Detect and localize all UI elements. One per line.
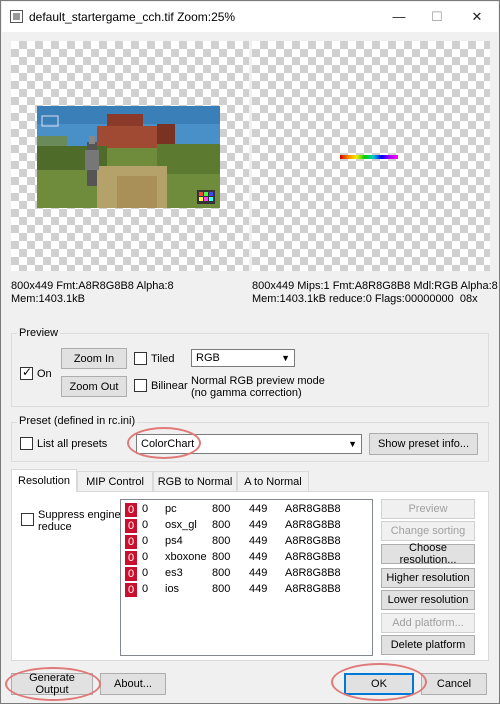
suppress-engine-reduce-label-line2: reduce bbox=[38, 521, 72, 533]
output-info-line2: Mem:1403.1kB reduce:0 Flags:00000000 08x bbox=[252, 293, 478, 305]
higher-resolution-button[interactable]: Higher resolution bbox=[381, 568, 475, 588]
zoom-out-button[interactable]: Zoom Out bbox=[61, 376, 127, 397]
tiled-checkbox[interactable] bbox=[134, 352, 147, 365]
platform-name: ps4 bbox=[165, 535, 183, 547]
platform-name: osx_gl bbox=[165, 519, 197, 531]
reduce-badge: 0 bbox=[125, 503, 137, 517]
lower-resolution-button[interactable]: Lower resolution bbox=[381, 590, 475, 610]
game-screenshot-thumbnail bbox=[37, 106, 220, 208]
width-value: 800 bbox=[212, 535, 231, 547]
choose-resolution-button[interactable]: Choose resolution... bbox=[381, 542, 475, 566]
maximize-icon[interactable]: ☐ bbox=[420, 6, 454, 28]
height-value: 449 bbox=[249, 503, 268, 515]
preview-button[interactable]: Preview bbox=[381, 499, 475, 519]
preview-on-label: On bbox=[37, 368, 52, 380]
title-bar[interactable]: default_startergame_cch.tif Zoom:25% — ☐… bbox=[2, 2, 498, 32]
close-icon[interactable]: ✕ bbox=[460, 6, 494, 28]
output-info-line1: 800x449 Mips:1 Fmt:A8R8G8B8 Mdl:RGB Alph… bbox=[252, 280, 498, 292]
platform-name: pc bbox=[165, 503, 177, 515]
platform-name: xboxone bbox=[165, 551, 207, 563]
format-value: A8R8G8B8 bbox=[285, 567, 341, 579]
height-value: 449 bbox=[249, 519, 268, 531]
bilinear-label: Bilinear bbox=[151, 380, 188, 392]
reduce-badge: 0 bbox=[125, 567, 137, 581]
preview-on-checkbox[interactable] bbox=[20, 365, 33, 380]
cancel-button[interactable]: Cancel bbox=[421, 673, 487, 695]
reduce-value: 0 bbox=[142, 519, 149, 531]
width-value: 800 bbox=[212, 583, 231, 595]
tab-a-to-normal[interactable]: A to Normal bbox=[237, 471, 309, 491]
tiled-label: Tiled bbox=[151, 353, 175, 365]
texture-preview-dialog: default_startergame_cch.tif Zoom:25% — ☐… bbox=[0, 0, 500, 704]
window-title: default_startergame_cch.tif Zoom:25% bbox=[29, 10, 236, 24]
format-value: A8R8G8B8 bbox=[285, 535, 341, 547]
chevron-down-icon: ▼ bbox=[348, 439, 357, 449]
source-info-line2: Mem:1403.1kB bbox=[11, 293, 85, 305]
reduce-value: 0 bbox=[142, 551, 149, 563]
width-value: 800 bbox=[212, 551, 231, 563]
height-value: 449 bbox=[249, 535, 268, 547]
preset-select[interactable]: ColorChart ▼ bbox=[136, 434, 362, 454]
ok-button[interactable]: OK bbox=[344, 673, 414, 695]
list-item[interactable]: 0 0 ios 800 449 A8R8G8B8 bbox=[125, 582, 370, 598]
reduce-value: 0 bbox=[142, 535, 149, 547]
delete-platform-button[interactable]: Delete platform bbox=[381, 635, 475, 655]
preset-group-label: Preset (defined in rc.ini) bbox=[17, 415, 138, 427]
reduce-badge: 0 bbox=[125, 583, 137, 597]
preview-mode-value: RGB bbox=[196, 352, 220, 364]
format-value: A8R8G8B8 bbox=[285, 551, 341, 563]
reduce-value: 0 bbox=[142, 567, 149, 579]
platform-name: es3 bbox=[165, 567, 183, 579]
preview-mode-select[interactable]: RGB ▼ bbox=[191, 349, 295, 367]
list-all-presets-label: List all presets bbox=[37, 438, 108, 450]
game-screenshot-image bbox=[37, 106, 220, 208]
list-item[interactable]: 0 0 ps4 800 449 A8R8G8B8 bbox=[125, 534, 370, 550]
preview-mode-description-line2: (no gamma correction) bbox=[191, 387, 302, 399]
generate-output-button[interactable]: Generate Output bbox=[11, 672, 93, 696]
zoom-in-button[interactable]: Zoom In bbox=[61, 348, 127, 369]
tab-resolution[interactable]: Resolution bbox=[11, 469, 77, 492]
reduce-badge: 0 bbox=[125, 551, 137, 565]
suppress-engine-reduce-checkbox[interactable] bbox=[21, 513, 34, 526]
bilinear-checkbox[interactable] bbox=[134, 379, 147, 392]
preview-group-label: Preview bbox=[17, 327, 61, 339]
list-all-presets-checkbox[interactable] bbox=[20, 437, 33, 450]
width-value: 800 bbox=[212, 503, 231, 515]
reduce-badge: 0 bbox=[125, 519, 137, 533]
color-chart-strip bbox=[340, 155, 398, 159]
height-value: 449 bbox=[249, 551, 268, 563]
format-value: A8R8G8B8 bbox=[285, 583, 341, 595]
add-platform-button[interactable]: Add platform... bbox=[381, 613, 475, 633]
list-item[interactable]: 0 0 xboxone 800 449 A8R8G8B8 bbox=[125, 550, 370, 566]
platform-name: ios bbox=[165, 583, 180, 595]
list-item[interactable]: 0 0 osx_gl 800 449 A8R8G8B8 bbox=[125, 518, 370, 534]
width-value: 800 bbox=[212, 519, 231, 531]
height-value: 449 bbox=[249, 583, 268, 595]
list-item[interactable]: 0 0 es3 800 449 A8R8G8B8 bbox=[125, 566, 370, 582]
format-value: A8R8G8B8 bbox=[285, 519, 341, 531]
source-info-line1: 800x449 Fmt:A8R8G8B8 Alpha:8 bbox=[11, 280, 174, 292]
suppress-engine-reduce-label-line1: Suppress engine bbox=[38, 509, 121, 521]
show-preset-info-button[interactable]: Show preset info... bbox=[369, 433, 478, 455]
reduce-badge: 0 bbox=[125, 535, 137, 549]
minimize-icon[interactable]: — bbox=[382, 6, 416, 28]
change-sorting-button[interactable]: Change sorting bbox=[381, 521, 475, 541]
list-item[interactable]: 0 0 pc 800 449 A8R8G8B8 bbox=[125, 502, 370, 518]
preview-mode-description-line1: Normal RGB preview mode bbox=[191, 375, 325, 387]
source-preview[interactable] bbox=[11, 41, 249, 271]
output-preview[interactable] bbox=[252, 41, 490, 271]
format-value: A8R8G8B8 bbox=[285, 503, 341, 515]
preset-value: ColorChart bbox=[141, 438, 195, 450]
about-button[interactable]: About... bbox=[100, 673, 166, 695]
reduce-value: 0 bbox=[142, 503, 149, 515]
platform-list[interactable]: 0 0 pc 800 449 A8R8G8B8 0 0 osx_gl 800 4… bbox=[120, 499, 373, 656]
chevron-down-icon: ▼ bbox=[281, 353, 290, 363]
height-value: 449 bbox=[249, 567, 268, 579]
tab-mip-control[interactable]: MIP Control bbox=[77, 471, 153, 491]
app-icon bbox=[10, 10, 23, 23]
tab-rgb-to-normal[interactable]: RGB to Normal bbox=[153, 471, 237, 491]
reduce-value: 0 bbox=[142, 583, 149, 595]
width-value: 800 bbox=[212, 567, 231, 579]
